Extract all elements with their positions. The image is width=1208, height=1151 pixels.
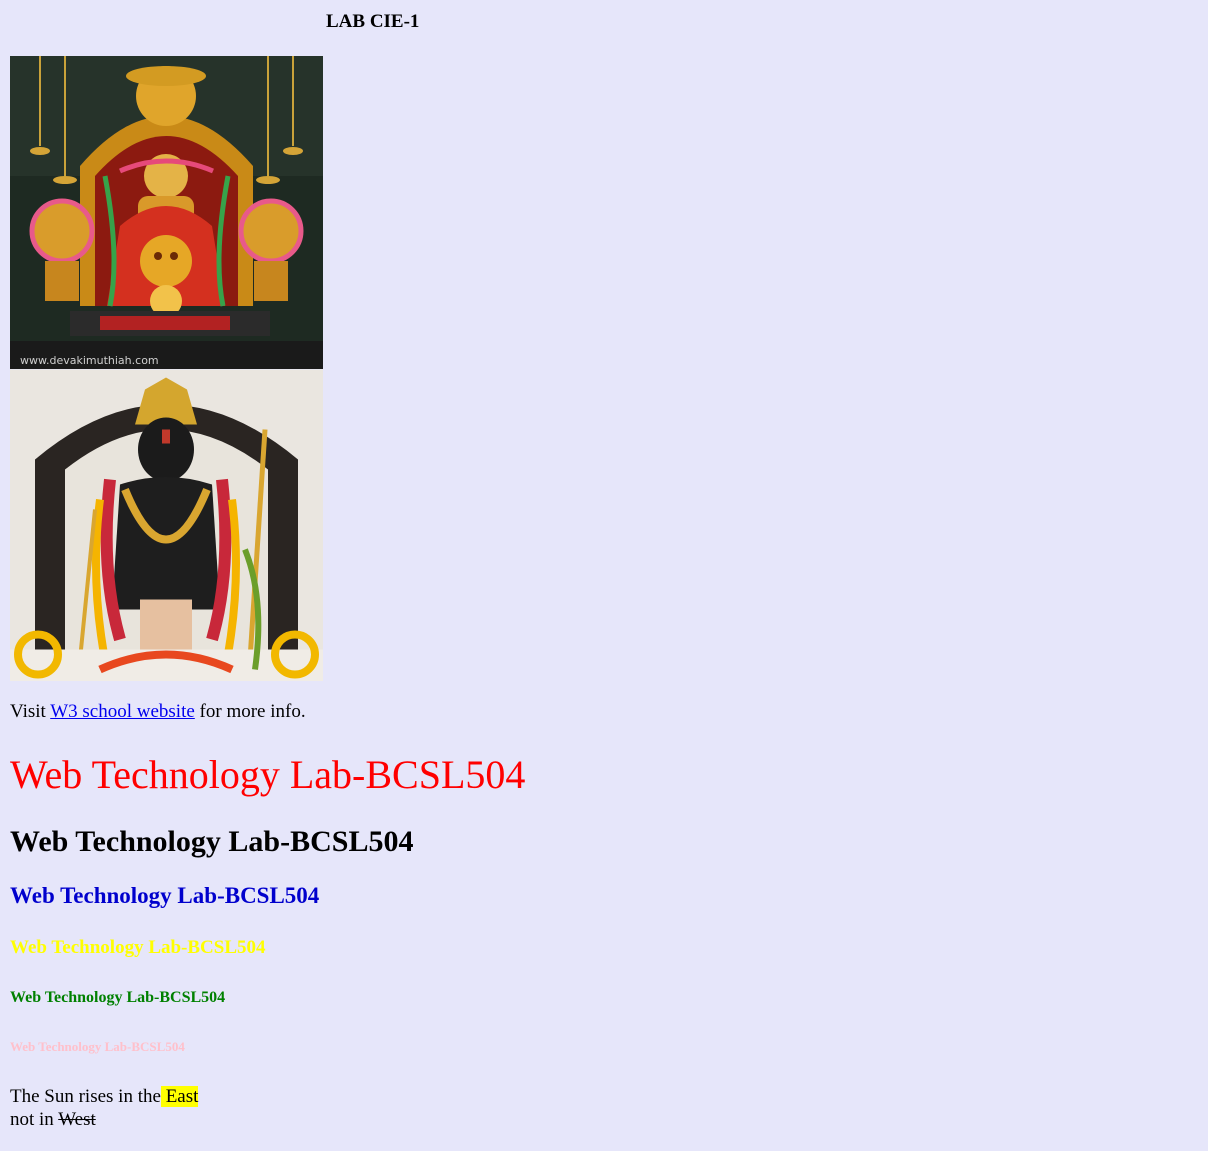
highlighted-east: East <box>160 1086 199 1107</box>
heading-level-2: Web Technology Lab-BCSL504 <box>10 825 414 858</box>
heading-level-4: Web Technology Lab-BCSL504 <box>10 937 266 958</box>
heading-level-6: Web Technology Lab-BCSL504 <box>10 1039 185 1054</box>
page: LAB CIE-1 www.devakimuthiah.com Visit W3… <box>0 0 1208 1151</box>
heading-level-1: Web Technology Lab-BCSL504 <box>10 752 526 797</box>
visit-suffix: for more info. <box>194 701 306 722</box>
visit-prefix: Visit <box>10 701 51 722</box>
watermark-text: www.devakimuthiah.com <box>20 354 159 367</box>
sun-line2-prefix: not in <box>10 1109 59 1130</box>
heading-level-3: Web Technology Lab-BCSL504 <box>10 883 320 908</box>
struck-west: West <box>58 1109 96 1130</box>
w3school-link[interactable]: W3 school website <box>50 701 195 722</box>
ram-idol-image <box>10 369 323 681</box>
heading-level-5: Web Technology Lab-BCSL504 <box>10 989 226 1006</box>
temple-deity-image: www.devakimuthiah.com <box>10 56 323 369</box>
sun-paragraph: The Sun rises in the East not in West <box>10 1085 199 1131</box>
page-title: LAB CIE-1 <box>326 11 420 32</box>
visit-line: Visit W3 school website for more info. <box>10 700 306 724</box>
sun-line1-prefix: The Sun rises in the <box>10 1086 161 1107</box>
